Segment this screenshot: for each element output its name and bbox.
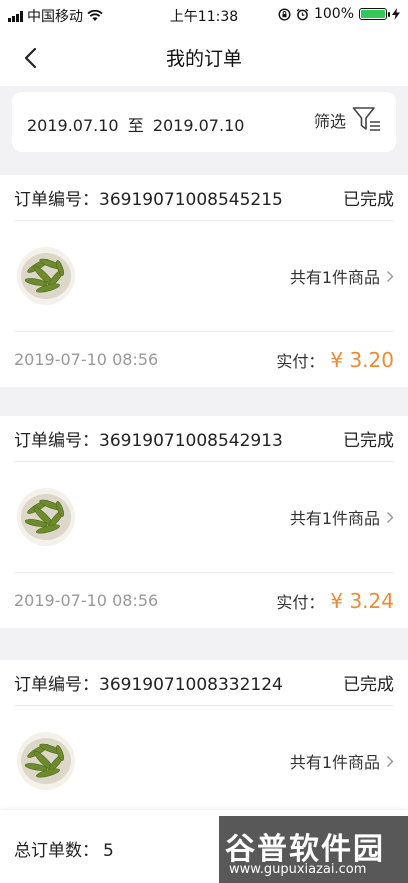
alarm-icon xyxy=(296,8,309,20)
status-bar: 中国移动 上午11:38 100% xyxy=(0,0,408,30)
product-thumbnail xyxy=(17,732,75,790)
order-status: 已完成 xyxy=(343,675,394,695)
order-number-label: 订单编号： xyxy=(14,675,99,695)
order-header: 订单编号：36919071008545215 已完成 xyxy=(14,175,394,221)
order-items-row[interactable]: 共有1件商品 xyxy=(14,221,394,332)
total-label: 总订单数： xyxy=(14,841,99,861)
order-card[interactable]: 订单编号：36919071008542913 已完成 共有1件商品 2019-0… xyxy=(0,416,408,628)
date-filter-bar: 2019.07.10 至 2019.07.10 筛选 xyxy=(12,92,396,152)
paid-amount: ¥ 3.20 xyxy=(330,347,394,372)
rotation-lock-icon xyxy=(278,7,291,21)
battery-icon xyxy=(359,8,390,20)
order-number: 36919071008545215 xyxy=(99,190,283,210)
order-status: 已完成 xyxy=(343,431,394,451)
order-status: 已完成 xyxy=(343,190,394,210)
order-items-row[interactable]: 共有1件商品 xyxy=(14,706,394,816)
order-header: 订单编号：36919071008542913 已完成 xyxy=(14,416,394,462)
order-footer: 2019-07-10 08:56 实付： ¥ 3.20 xyxy=(14,332,394,387)
order-card[interactable]: 订单编号：36919071008545215 已完成 共有1件商品 2019-0… xyxy=(0,175,408,387)
order-number-label: 订单编号： xyxy=(14,431,99,451)
order-card[interactable]: 订单编号：36919071008332124 已完成 共有1件商品 xyxy=(0,660,408,810)
paid-amount: ¥ 3.24 xyxy=(330,588,394,613)
funnel-list-icon xyxy=(352,107,380,131)
order-number: 36919071008332124 xyxy=(99,675,283,695)
item-count: 共有1件商品 xyxy=(289,753,380,772)
nav-bar: 我的订单 xyxy=(0,30,408,86)
order-number: 36919071008542913 xyxy=(99,431,283,451)
item-count: 共有1件商品 xyxy=(289,268,380,287)
date-start: 2019.07.10 xyxy=(27,116,119,135)
order-time: 2019-07-10 08:56 xyxy=(14,591,159,610)
order-total: 总订单数： 5 xyxy=(14,836,118,861)
watermark: 谷普软件园 www.gupuxiazai.com xyxy=(219,816,408,883)
item-count: 共有1件商品 xyxy=(289,509,380,528)
order-footer: 2019-07-10 08:56 实付： ¥ 3.24 xyxy=(14,573,394,628)
chevron-right-icon xyxy=(387,755,394,767)
battery-percent: 100% xyxy=(313,6,354,22)
total-count: 5 xyxy=(103,841,114,861)
order-time: 2019-07-10 08:56 xyxy=(14,350,159,369)
date-end: 2019.07.10 xyxy=(152,116,245,135)
product-thumbnail xyxy=(17,488,75,546)
product-thumbnail xyxy=(17,247,75,305)
order-header: 订单编号：36919071008332124 已完成 xyxy=(14,660,394,706)
paid-label: 实付： xyxy=(276,351,325,371)
filter-label: 筛选 xyxy=(313,112,346,131)
date-range[interactable]: 2019.07.10 至 2019.07.10 xyxy=(27,112,248,136)
filter-button[interactable]: 筛选 xyxy=(314,106,382,134)
watermark-url: www.gupuxiazai.com xyxy=(229,862,367,877)
page-title: 我的订单 xyxy=(165,48,242,70)
paid-label: 实付： xyxy=(276,592,325,612)
order-number-label: 订单编号： xyxy=(14,190,99,210)
chevron-right-icon xyxy=(387,511,394,523)
date-separator: 至 xyxy=(127,116,144,135)
order-items-row[interactable]: 共有1件商品 xyxy=(14,462,394,573)
chevron-right-icon xyxy=(387,270,394,282)
charging-icon xyxy=(392,8,400,20)
